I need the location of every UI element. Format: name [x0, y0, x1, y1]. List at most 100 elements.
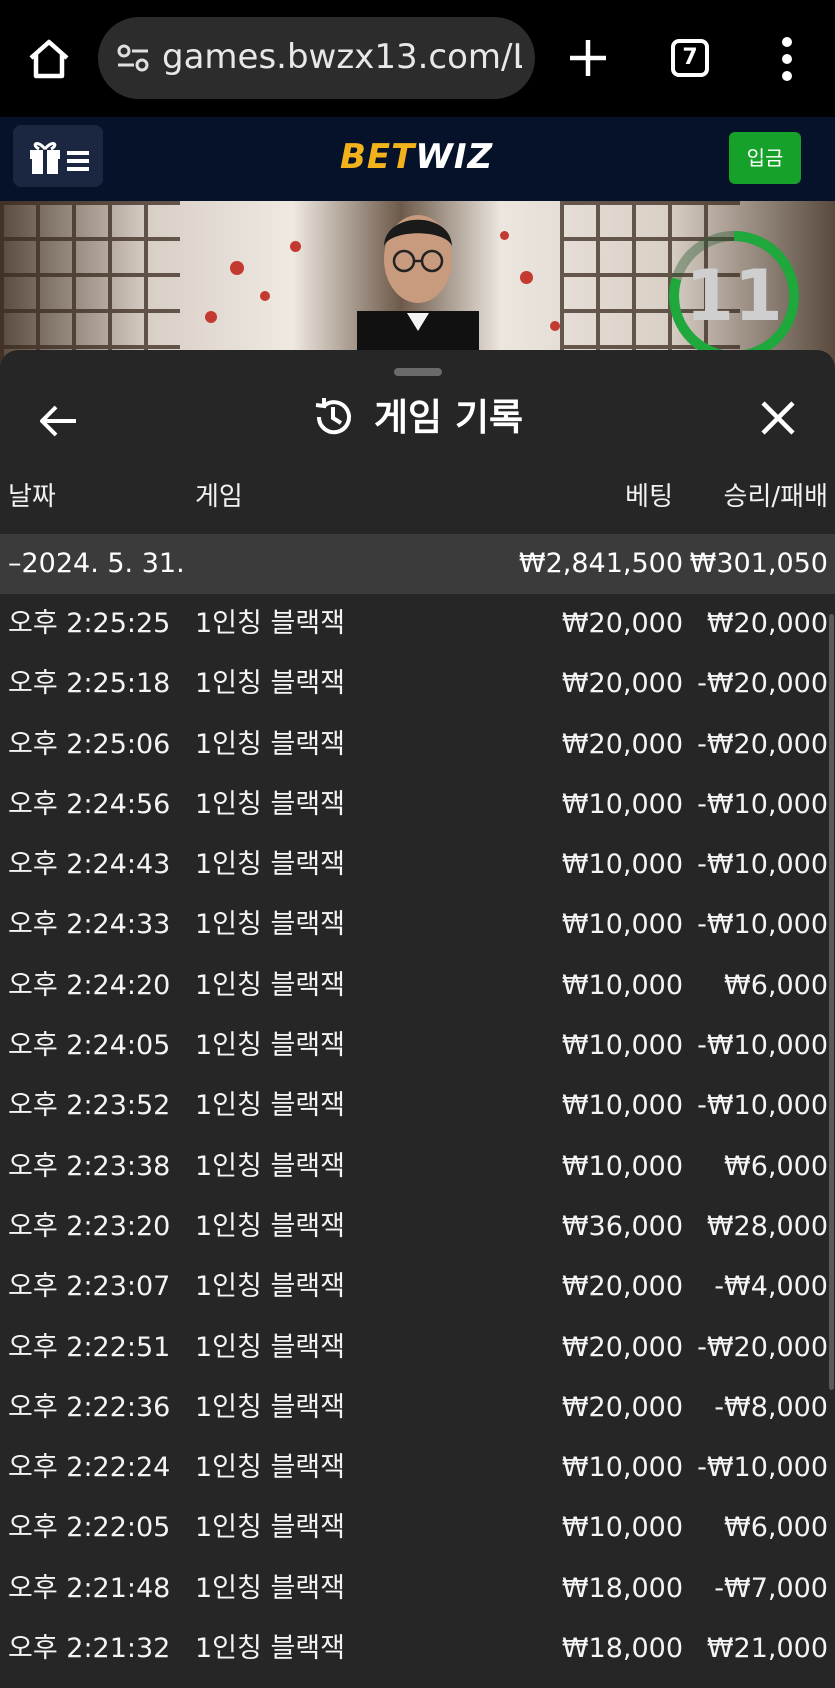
row-time: 오후 2:22:05 — [8, 1512, 171, 1544]
blossom — [500, 231, 509, 240]
row-time: 오후 2:24:43 — [8, 849, 171, 881]
history-row[interactable]: 오후 2:22:24 1인칭 블랙잭 ₩10,000 -₩10,000 — [0, 1438, 835, 1498]
column-header-game: 게임 — [195, 482, 243, 512]
row-bet: ₩20,000 — [561, 668, 683, 700]
row-time: 오후 2:21:48 — [8, 1572, 171, 1604]
url-text[interactable]: games.bwzx13.com/La — [162, 35, 522, 79]
history-row[interactable]: 오후 2:25:18 1인칭 블랙잭 ₩20,000 -₩20,000 — [0, 654, 835, 714]
blossom — [260, 291, 270, 301]
row-game: 1인칭 블랙잭 — [195, 728, 345, 760]
history-row[interactable]: 오후 2:24:56 1인칭 블랙잭 ₩10,000 -₩10,000 — [0, 775, 835, 835]
row-result: -₩20,000 — [697, 1331, 828, 1363]
blossom — [550, 321, 560, 331]
row-bet: ₩36,000 — [561, 1210, 683, 1242]
row-bet: ₩20,000 — [561, 1271, 683, 1303]
row-bet: ₩10,000 — [561, 1512, 683, 1544]
group-total-bet: ₩2,841,500 — [518, 548, 683, 579]
row-bet: ₩10,000 — [561, 1030, 683, 1062]
row-time: 오후 2:24:56 — [8, 788, 171, 820]
history-row[interactable]: 오후 2:22:36 1인칭 블랙잭 ₩20,000 -₩8,000 — [0, 1378, 835, 1438]
row-time: 오후 2:21:32 — [8, 1633, 171, 1665]
plus-icon[interactable] — [568, 36, 608, 80]
row-game: 1인칭 블랙잭 — [195, 608, 345, 639]
row-bet: ₩10,000 — [561, 909, 683, 941]
row-time: 오후 2:23:07 — [8, 1271, 171, 1303]
column-header-bet: 베팅 — [625, 482, 673, 512]
row-game: 1인칭 블랙잭 — [195, 1030, 345, 1062]
row-game: 1인칭 블랙잭 — [195, 849, 345, 881]
history-row[interactable]: 오후 2:22:05 1인칭 블랙잭 ₩10,000 ₩6,000 — [0, 1498, 835, 1558]
row-result: ₩6,000 — [724, 1512, 828, 1544]
logo-wiz: WIZ — [415, 137, 494, 177]
history-row[interactable]: 오후 2:23:38 1인칭 블랙잭 ₩10,000 ₩6,000 — [0, 1137, 835, 1197]
scrollbar[interactable] — [829, 614, 834, 1390]
more-vert-icon[interactable] — [781, 36, 793, 82]
address-bar[interactable]: games.bwzx13.com/La — [98, 17, 535, 99]
row-game: 1인칭 블랙잭 — [195, 668, 345, 700]
history-row[interactable]: 오후 2:24:33 1인칭 블랙잭 ₩10,000 -₩10,000 — [0, 895, 835, 955]
row-bet: ₩10,000 — [561, 1452, 683, 1484]
row-bet: ₩10,000 — [561, 1150, 683, 1182]
row-bet: ₩18,000 — [561, 1572, 683, 1604]
deposit-button[interactable]: 입금 — [729, 132, 801, 184]
row-result: -₩10,000 — [697, 788, 828, 820]
row-time: 오후 2:23:38 — [8, 1150, 171, 1182]
history-row[interactable]: 오후 2:22:51 1인칭 블랙잭 ₩20,000 -₩20,000 — [0, 1318, 835, 1378]
row-game: 1인칭 블랙잭 — [195, 909, 345, 941]
row-result: ₩28,000 — [706, 1210, 828, 1242]
blossom — [205, 311, 217, 323]
history-row[interactable]: 오후 2:24:05 1인칭 블랙잭 ₩10,000 -₩10,000 — [0, 1016, 835, 1076]
group-date: –2024. 5. 31. — [8, 548, 185, 579]
history-row[interactable]: 오후 2:24:43 1인칭 블랙잭 ₩10,000 -₩10,000 — [0, 835, 835, 895]
row-time: 오후 2:24:20 — [8, 969, 171, 1001]
history-row[interactable]: 오후 2:21:32 1인칭 블랙잭 ₩18,000 ₩21,000 — [0, 1619, 835, 1679]
row-result: -₩10,000 — [697, 1030, 828, 1062]
history-row[interactable]: 오후 2:21:48 1인칭 블랙잭 ₩18,000 -₩7,000 — [0, 1559, 835, 1619]
row-time: 오후 2:24:05 — [8, 1030, 171, 1062]
row-game: 1인칭 블랙잭 — [195, 1090, 345, 1122]
gift-menu-button[interactable] — [13, 125, 103, 187]
row-game: 1인칭 블랙잭 — [195, 969, 345, 1001]
date-group-row[interactable]: –2024. 5. 31. ₩2,841,500 ₩301,050 — [0, 534, 835, 594]
row-game: 1인칭 블랙잭 — [195, 1331, 345, 1363]
row-time: 오후 2:23:52 — [8, 1090, 171, 1122]
row-time: 오후 2:22:51 — [8, 1331, 171, 1363]
row-game: 1인칭 블랙잭 — [195, 1452, 345, 1484]
row-result: ₩20,000 — [706, 608, 828, 639]
row-bet: ₩10,000 — [561, 1090, 683, 1122]
row-time: 오후 2:22:24 — [8, 1452, 171, 1484]
row-result: -₩7,000 — [714, 1572, 828, 1604]
row-bet: ₩10,000 — [561, 969, 683, 1001]
row-game: 1인칭 블랙잭 — [195, 1150, 345, 1182]
row-game: 1인칭 블랙잭 — [195, 1210, 345, 1242]
dealer-image — [357, 215, 479, 351]
sheet-drag-handle[interactable] — [394, 368, 442, 376]
row-result: -₩4,000 — [714, 1271, 828, 1303]
tab-switcher-button[interactable]: 7 — [671, 39, 709, 77]
group-total-result: ₩301,050 — [689, 548, 828, 579]
game-history-sheet: 게임 기록 날짜 게임 베팅 승리/패배 –2024. 5. 31. ₩2,84… — [0, 350, 835, 1688]
home-icon[interactable] — [26, 36, 72, 82]
column-header-result: 승리/패배 — [723, 482, 828, 512]
close-icon[interactable] — [758, 398, 798, 438]
row-result: -₩10,000 — [697, 1090, 828, 1122]
arrow-left-icon[interactable] — [38, 400, 80, 442]
history-row[interactable]: 오후 2:24:20 1인칭 블랙잭 ₩10,000 ₩6,000 — [0, 956, 835, 1016]
history-list: 오후 2:25:25 1인칭 블랙잭 ₩20,000 ₩20,000 오후 2:25:1… — [0, 594, 835, 1679]
tune-icon[interactable] — [116, 43, 150, 73]
history-row[interactable]: 오후 2:23:52 1인칭 블랙잭 ₩10,000 -₩10,000 — [0, 1076, 835, 1136]
history-row[interactable]: 오후 2:23:20 1인칭 블랙잭 ₩36,000 ₩28,000 — [0, 1197, 835, 1257]
row-bet: ₩20,000 — [561, 728, 683, 760]
row-bet: ₩10,000 — [561, 849, 683, 881]
history-row[interactable]: 오후 2:23:07 1인칭 블랙잭 ₩20,000 -₩4,000 — [0, 1257, 835, 1317]
row-game: 1인칭 블랙잭 — [195, 788, 345, 820]
history-row[interactable]: 오후 2:25:25 1인칭 블랙잭 ₩20,000 ₩20,000 — [0, 594, 835, 654]
row-result: ₩21,000 — [706, 1633, 828, 1665]
row-result: -₩10,000 — [697, 1452, 828, 1484]
site-header: BETWIZ 입금 — [0, 117, 835, 201]
history-row[interactable]: 오후 2:25:06 1인칭 블랙잭 ₩20,000 -₩20,000 — [0, 715, 835, 775]
row-bet: ₩20,000 — [561, 1391, 683, 1423]
betwiz-logo[interactable]: BETWIZ — [340, 137, 493, 177]
column-header-date: 날짜 — [8, 482, 56, 512]
row-bet: ₩20,000 — [561, 1331, 683, 1363]
